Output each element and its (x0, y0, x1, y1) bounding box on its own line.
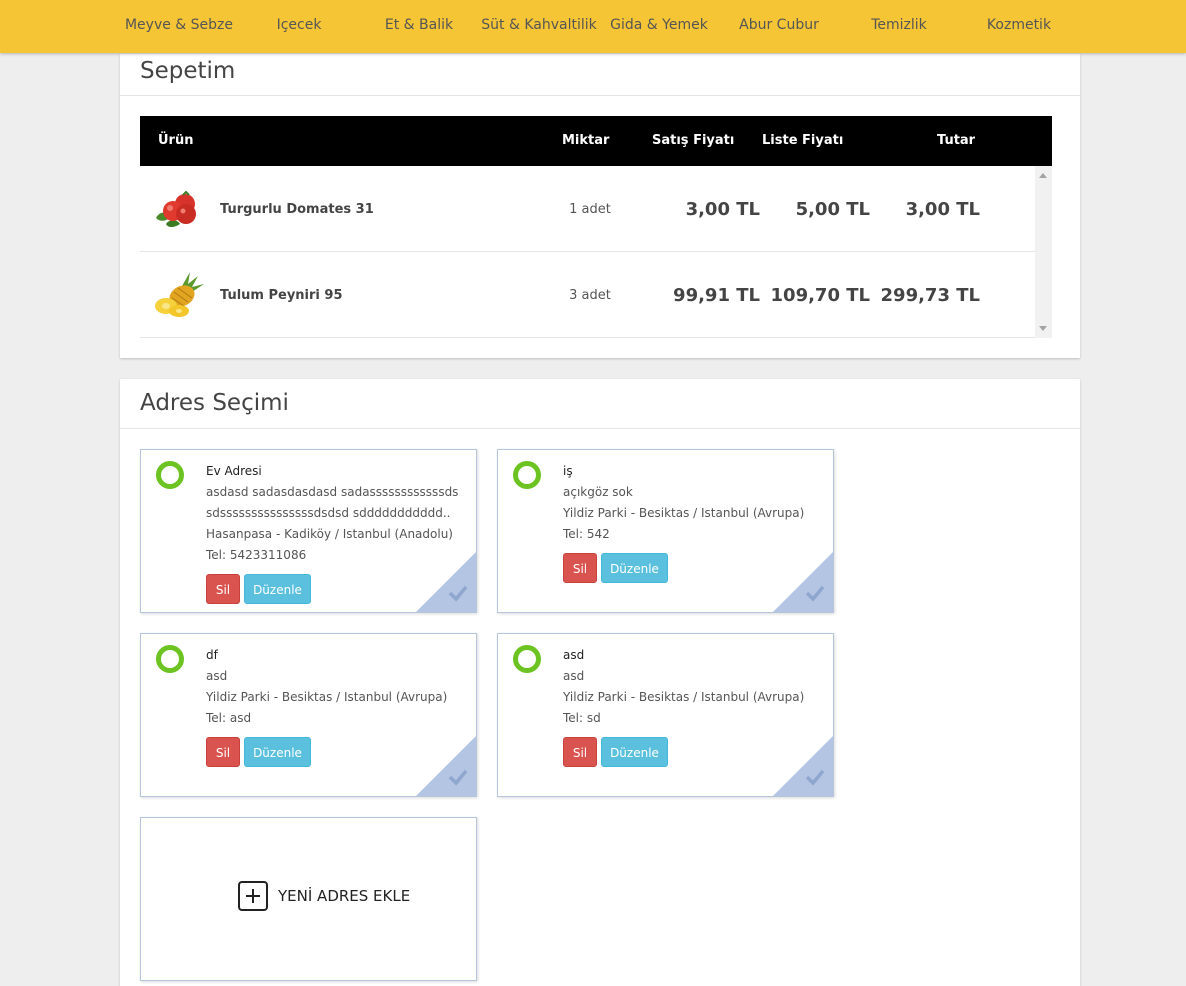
address-location: Hasanpasa - Kadiköy / Istanbul (Anadolu) (206, 527, 453, 541)
list-price: 109,70 TL (770, 285, 870, 306)
delete-button[interactable]: Sil (563, 737, 597, 767)
nav-item-meyve-sebze[interactable]: Meyve & Sebze (119, 17, 239, 33)
nav-item-et-balik[interactable]: Et & Balik (359, 17, 479, 33)
product-name[interactable]: Turgurlu Domates 31 (220, 202, 374, 217)
divider (120, 95, 1080, 96)
delete-button[interactable]: Sil (206, 574, 240, 604)
sale-price: 99,91 TL (673, 285, 760, 306)
check-icon (448, 769, 468, 786)
address-radio[interactable] (156, 461, 184, 489)
nav-item-gida-yemek[interactable]: Gida & Yemek (599, 17, 719, 33)
edit-button[interactable]: Düzenle (601, 737, 668, 767)
address-location: Yildiz Parki - Besiktas / Istanbul (Avru… (563, 506, 805, 520)
address-panel: Adres Seçimi Ev Adresi asdasd sadasdasda… (120, 379, 1080, 986)
tomato-image (156, 190, 196, 227)
address-phone: Tel: 5423311086 (206, 548, 307, 562)
column-quantity: Miktar (562, 133, 610, 148)
nav-item-sut-kahvaltilik[interactable]: Süt & Kahvaltilik (479, 17, 599, 33)
address-name: Ev Adresi (206, 464, 262, 478)
list-price: 5,00 TL (795, 199, 870, 220)
address-location: Yildiz Parki - Besiktas / Istanbul (Avru… (206, 690, 448, 704)
address-name: asd (563, 648, 585, 662)
address-radio[interactable] (513, 461, 541, 489)
column-sale-price: Satış Fiyatı (652, 133, 735, 148)
check-icon (805, 585, 825, 602)
nav-item-temizlik[interactable]: Temizlik (839, 17, 959, 33)
address-line: açıkgöz sok (563, 485, 633, 499)
address-location: Yildiz Parki - Besiktas / Istanbul (Avru… (563, 690, 805, 704)
address-title: Adres Seçimi (140, 390, 289, 416)
address-card[interactable]: asd asd Yildiz Parki - Besiktas / Istanb… (497, 633, 834, 797)
product-quantity: 3 adet (569, 288, 611, 303)
table-row: Turgurlu Domates 31 1 adet 3,00 TL 5,00 … (140, 166, 1035, 252)
check-icon (448, 585, 468, 602)
sale-price: 3,00 TL (685, 199, 760, 220)
row-total: 299,73 TL (880, 285, 980, 306)
address-radio[interactable] (156, 645, 184, 673)
cart-table-header: Ürün Miktar Satış Fiyatı Liste Fiyatı Tu… (140, 116, 1052, 166)
cart-scrollbar[interactable] (1035, 166, 1052, 338)
address-card[interactable]: df asd Yildiz Parki - Besiktas / Istanbu… (140, 633, 477, 797)
plus-square-icon (238, 881, 268, 911)
address-line: asd (563, 669, 585, 683)
edit-button[interactable]: Düzenle (601, 553, 668, 583)
column-product: Ürün (158, 133, 194, 148)
address-phone: Tel: 542 (563, 527, 610, 541)
address-line: asd (206, 669, 228, 683)
nav-item-abur-cubur[interactable]: Abur Cubur (719, 17, 839, 33)
delete-button[interactable]: Sil (563, 553, 597, 583)
column-list-price: Liste Fiyatı (762, 133, 844, 148)
address-phone: Tel: asd (206, 711, 252, 725)
edit-button[interactable]: Düzenle (244, 737, 311, 767)
cart-title: Sepetim (140, 58, 236, 84)
category-nav: Meyve & Sebze Içecek Et & Balik Süt & Ka… (0, 0, 1186, 53)
address-phone: Tel: sd (563, 711, 601, 725)
add-address-card[interactable]: YENİ ADRES EKLE (140, 817, 477, 981)
address-name: iş (563, 464, 573, 478)
address-line: sdsssssssssssssssdsdsd sddddddddddd.. (206, 506, 451, 520)
divider (120, 428, 1080, 429)
scroll-up-arrow-icon[interactable] (1039, 173, 1047, 178)
address-card[interactable]: Ev Adresi asdasd sadasdasdasd sadassssss… (140, 449, 477, 613)
table-row: Tulum Peyniri 95 3 adet 99,91 TL 109,70 … (140, 252, 1035, 338)
product-name[interactable]: Tulum Peyniri 95 (220, 288, 343, 303)
cart-panel: Sepetim Ürün Miktar Satış Fiyatı Liste F… (120, 54, 1080, 358)
scroll-down-arrow-icon[interactable] (1039, 326, 1047, 331)
address-name: df (206, 648, 218, 662)
nav-item-icecek[interactable]: Içecek (239, 17, 359, 33)
cart-table-body: Turgurlu Domates 31 1 adet 3,00 TL 5,00 … (140, 166, 1052, 338)
pineapple-image (155, 272, 204, 317)
add-address-label: YENİ ADRES EKLE (278, 887, 411, 905)
product-quantity: 1 adet (569, 202, 611, 217)
edit-button[interactable]: Düzenle (244, 574, 311, 604)
delete-button[interactable]: Sil (206, 737, 240, 767)
row-total: 3,00 TL (905, 199, 980, 220)
address-card[interactable]: iş açıkgöz sok Yildiz Parki - Besiktas /… (497, 449, 834, 613)
check-icon (805, 769, 825, 786)
address-radio[interactable] (513, 645, 541, 673)
nav-item-kozmetik[interactable]: Kozmetik (959, 17, 1079, 33)
column-total: Tutar (937, 133, 976, 148)
address-line: asdasd sadasdasdasd sadassssssssssssds (206, 485, 459, 499)
